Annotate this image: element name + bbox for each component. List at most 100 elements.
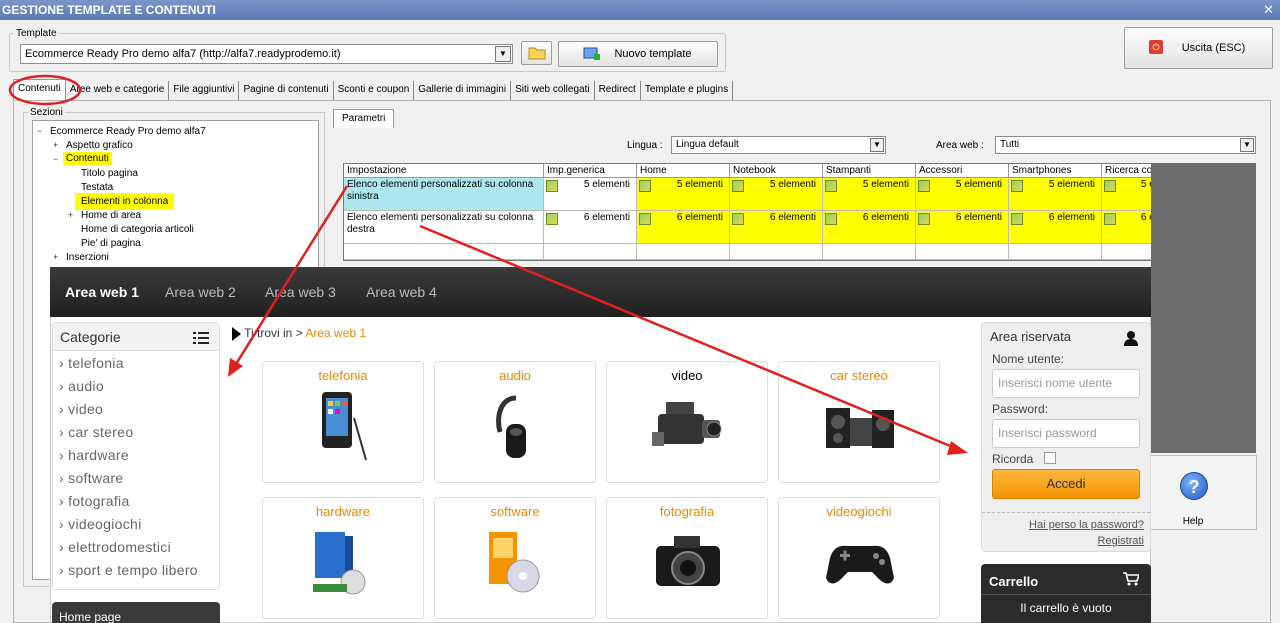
breadcrumb-current[interactable]: Area web 1 (305, 326, 366, 340)
category-item[interactable]: › sport e tempo libero (59, 562, 198, 578)
col-header[interactable]: Imp.generica (544, 164, 637, 178)
tab-template-plugins[interactable]: Template e plugins (641, 81, 734, 100)
nav-area-web-4[interactable]: Area web 4 (366, 284, 437, 300)
main-tabs: Contenuti Aree web e categorie File aggi… (13, 79, 734, 100)
home-page-box: Home page (52, 602, 220, 623)
tree-item-root[interactable]: Ecommerce Ready Pro demo alfa7 (50, 125, 206, 138)
tab-contenuti[interactable]: Contenuti (13, 79, 66, 100)
open-folder-button[interactable] (521, 41, 552, 65)
table-cell[interactable]: 6 elementi (823, 211, 916, 244)
username-input[interactable]: Inserisci nome utente (992, 369, 1140, 398)
cart-icon[interactable] (1123, 572, 1139, 586)
tab-parametri[interactable]: Parametri (333, 109, 395, 128)
category-card[interactable]: software (434, 497, 596, 619)
lingua-label: Lingua : (627, 140, 663, 151)
collapse-icon[interactable]: − (53, 153, 58, 166)
nav-area-web-1[interactable]: Area web 1 (65, 284, 139, 300)
category-item[interactable]: › hardware (59, 447, 129, 463)
headset-icon (496, 395, 526, 458)
category-item[interactable]: › video (59, 401, 103, 417)
category-item[interactable]: › fotografia (59, 493, 130, 509)
table-cell[interactable]: 5 elementi (1009, 178, 1102, 211)
register-link[interactable]: Registrati (1098, 535, 1144, 547)
home-page-title: Home page (59, 610, 122, 623)
table-cell[interactable]: 5 elementi (916, 178, 1009, 211)
expand-icon[interactable]: + (53, 139, 58, 152)
help-icon[interactable]: ? (1180, 472, 1208, 500)
category-item[interactable]: › videogiochi (59, 516, 142, 532)
lingua-select[interactable]: Lingua default ▼ (671, 136, 886, 154)
category-item[interactable]: › software (59, 470, 123, 486)
table-cell[interactable]: 5 elementi (544, 178, 637, 211)
category-item[interactable]: › car stereo (59, 424, 133, 440)
category-card[interactable]: telefonia (262, 361, 424, 483)
category-card[interactable]: videogiochi (778, 497, 940, 619)
chevron-down-icon[interactable]: ▼ (1240, 138, 1254, 152)
tab-redirect[interactable]: Redirect (595, 81, 641, 100)
smartphone-icon (322, 392, 367, 461)
cart-title: Carrello (989, 574, 1039, 589)
category-card[interactable]: audio (434, 361, 596, 483)
col-header[interactable]: Impostazione (344, 164, 544, 178)
expand-icon[interactable]: + (53, 251, 58, 264)
parameters-grid[interactable]: Impostazione Imp.generica Home Notebook … (343, 163, 1195, 261)
close-icon[interactable]: ✕ (1263, 0, 1274, 20)
category-card[interactable]: hardware (262, 497, 424, 619)
tree-item-home-categoria[interactable]: Home di categoria articoli (81, 223, 194, 236)
category-item[interactable]: › audio (59, 378, 104, 394)
login-button[interactable]: Accedi (992, 469, 1140, 499)
nav-area-web-2[interactable]: Area web 2 (165, 284, 236, 300)
exit-button[interactable]: ⏻ Uscita (ESC) (1124, 27, 1273, 69)
table-cell[interactable]: 6 elementi (544, 211, 637, 244)
title-bar: GESTIONE TEMPLATE E CONTENUTI ✕ (0, 0, 1280, 20)
tab-gallerie[interactable]: Gallerie di immagini (414, 81, 512, 100)
table-cell[interactable]: 6 elementi (730, 211, 823, 244)
edit-icon (825, 213, 837, 225)
category-card[interactable]: car stereo (778, 361, 940, 483)
tree-item-titolo[interactable]: Titolo pagina (81, 167, 138, 180)
table-row-label[interactable]: Elenco elementi personalizzati su colonn… (344, 178, 544, 211)
table-cell[interactable]: 5 elementi (730, 178, 823, 211)
table-cell[interactable]: 5 elementi (823, 178, 916, 211)
nav-area-web-3[interactable]: Area web 3 (265, 284, 336, 300)
remember-checkbox[interactable] (1044, 452, 1056, 464)
template-select[interactable]: Ecommerce Ready Pro demo alfa7 (http://a… (20, 44, 513, 64)
category-card[interactable]: video (606, 361, 768, 483)
password-input[interactable]: Inserisci password (992, 419, 1140, 448)
collapse-icon[interactable]: − (37, 125, 42, 138)
template-select-value: Ecommerce Ready Pro demo alfa7 (http://a… (25, 48, 341, 60)
tab-pagine-contenuti[interactable]: Pagine di contenuti (239, 81, 334, 100)
tab-sconti[interactable]: Sconti e coupon (334, 81, 415, 100)
category-card[interactable]: fotografia (606, 497, 768, 619)
tab-aree-web[interactable]: Aree web e categorie (66, 81, 170, 100)
table-cell[interactable]: 6 elementi (916, 211, 1009, 244)
table-cell[interactable]: 6 elementi (637, 211, 730, 244)
col-header[interactable]: Accessori (916, 164, 1009, 178)
list-icon[interactable] (193, 332, 209, 344)
divider (982, 512, 1150, 513)
col-header[interactable]: Smartphones (1009, 164, 1102, 178)
new-template-button[interactable]: Nuovo template (558, 41, 718, 67)
tree-item-inserzioni[interactable]: Inserzioni (66, 251, 109, 264)
tab-file-aggiuntivi[interactable]: File aggiuntivi (169, 81, 240, 100)
chevron-down-icon[interactable]: ▼ (495, 46, 511, 62)
table-cell[interactable]: 5 elementi (637, 178, 730, 211)
forgot-password-link[interactable]: Hai perso la password? (1029, 519, 1144, 531)
tab-siti-collegati[interactable]: Siti web collegati (511, 81, 595, 100)
table-cell[interactable]: 6 elementi (1009, 211, 1102, 244)
new-window-icon (583, 47, 600, 60)
tree-item-contenuti[interactable]: Contenuti (63, 152, 112, 165)
expand-icon[interactable]: + (68, 209, 73, 222)
col-header[interactable]: Notebook (730, 164, 823, 178)
tree-item-pie-pagina[interactable]: Pie' di pagina (81, 237, 141, 250)
category-item[interactable]: › telefonia (59, 355, 124, 371)
table-row-label[interactable]: Elenco elementi personalizzati su colonn… (344, 211, 544, 244)
chevron-down-icon[interactable]: ▼ (870, 138, 884, 152)
col-header[interactable]: Home (637, 164, 730, 178)
category-item[interactable]: › elettrodomestici (59, 539, 171, 555)
tree-item-home-area[interactable]: Home di area (81, 209, 141, 222)
tree-item-aspetto[interactable]: Aspetto grafico (66, 139, 133, 152)
area-web-select[interactable]: Tutti ▼ (995, 136, 1256, 154)
col-header[interactable]: Stampanti (823, 164, 916, 178)
tree-item-elementi-colonna[interactable]: Elementi in colonna (75, 193, 175, 210)
